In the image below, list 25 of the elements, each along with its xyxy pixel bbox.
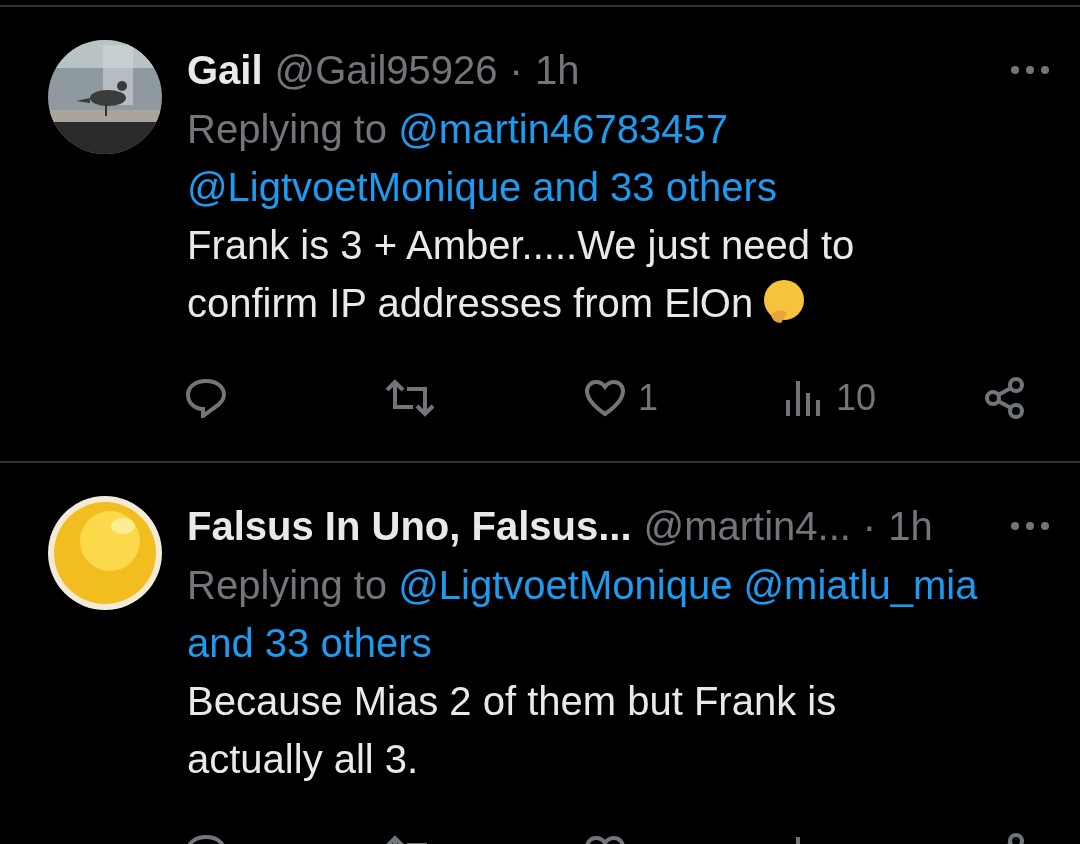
repost-icon[interactable] bbox=[384, 378, 436, 418]
timestamp[interactable]: 1h bbox=[888, 503, 933, 549]
mention-link[interactable]: and 33 others bbox=[187, 621, 432, 665]
share-icon[interactable] bbox=[984, 377, 1026, 419]
mention-link[interactable]: @LigtvoetMonique bbox=[398, 563, 733, 607]
reply-icon[interactable] bbox=[184, 378, 228, 418]
user-handle[interactable]: @Gail95926 bbox=[274, 47, 498, 93]
mention-link[interactable]: @LigtvoetMonique and 33 others bbox=[187, 165, 777, 209]
tweet-text: Frank is 3 + Amber.....We just need to confirm IP addresses from ElOn bbox=[187, 222, 856, 327]
more-icon[interactable] bbox=[1010, 521, 1050, 531]
timestamp[interactable]: 1h bbox=[534, 47, 580, 93]
like-count: 1 bbox=[638, 377, 659, 419]
user-name[interactable]: Falsus In Uno, Falsus... bbox=[187, 503, 632, 549]
more-icon[interactable] bbox=[1010, 65, 1050, 75]
mention-link[interactable]: @miatlu_mia bbox=[743, 563, 978, 607]
heart-icon[interactable] bbox=[584, 379, 626, 417]
user-handle[interactable]: @martin4... bbox=[643, 503, 851, 549]
tweet-text: Because Mias 2 of them but Frank is actually all 3. bbox=[187, 678, 838, 783]
replying-to-line: Replying to @martin46783457 @LigtvoetMonique and 33 others bbox=[187, 106, 778, 211]
user-name[interactable]: Gail bbox=[187, 47, 263, 93]
mention-link[interactable]: @martin46783457 bbox=[398, 107, 728, 151]
separator-dot: · bbox=[509, 47, 523, 93]
replying-to-line: Replying to @LigtvoetMonique @miatlu_mia and 33 others bbox=[187, 562, 979, 667]
views-count: 10 bbox=[836, 377, 877, 419]
separator-dot: · bbox=[862, 503, 877, 549]
